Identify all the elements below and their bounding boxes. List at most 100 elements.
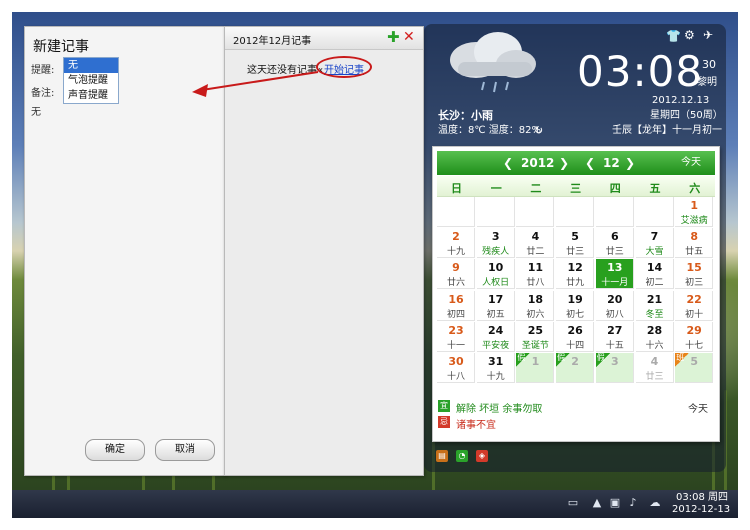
- remind-option-none[interactable]: 无: [64, 58, 118, 73]
- day-number: 26: [567, 323, 583, 337]
- remind-option-bubble[interactable]: 气泡提醒: [64, 73, 118, 88]
- day-number: 11: [527, 261, 544, 275]
- calendar-day[interactable]: 17 初五: [476, 290, 515, 321]
- calendar-day[interactable]: 班5: [675, 353, 714, 383]
- lunar-label: 十七: [685, 340, 704, 351]
- tray-time[interactable]: 03:08 周四: [676, 492, 728, 504]
- weather-city: 长沙：小雨: [438, 109, 493, 122]
- calendar-day[interactable]: 20 初八: [595, 290, 634, 321]
- shirt-icon[interactable]: 👕: [666, 29, 681, 43]
- day-number: 19: [567, 292, 583, 306]
- tray-date[interactable]: 2012-12-13: [672, 504, 730, 516]
- add-icon[interactable]: ✚: [387, 29, 400, 45]
- network-icon[interactable]: ▣: [608, 496, 622, 510]
- refresh-icon[interactable]: ↻: [534, 124, 543, 138]
- calendar-day[interactable]: 2 十九: [437, 228, 475, 259]
- calendar-day[interactable]: 假2: [556, 353, 595, 383]
- lunar-label: 初八: [605, 309, 624, 320]
- day-number: 4: [650, 355, 659, 368]
- calendar-day[interactable]: 6 廿三: [595, 228, 634, 259]
- notebook-icon[interactable]: ▤: [436, 450, 448, 462]
- calendar-day[interactable]: 26 十四: [556, 321, 595, 352]
- day-number: 29: [686, 323, 702, 337]
- calendar-day[interactable]: 10 人权日: [476, 259, 515, 290]
- prev-month-button[interactable]: ❮: [585, 156, 595, 170]
- calendar-day[interactable]: 16 初四: [437, 290, 475, 321]
- lunar-label: 廿九: [566, 278, 585, 289]
- calendar-day[interactable]: 13 十一月: [595, 259, 634, 290]
- calendar-day: [556, 197, 595, 227]
- calendar-day[interactable]: 31 十九: [476, 353, 515, 383]
- calendar-day[interactable]: 5 廿三: [556, 228, 595, 259]
- day-number: 22: [686, 292, 702, 306]
- month-notes-title: 2012年12月记事: [233, 36, 312, 47]
- gear-icon[interactable]: ⚙: [684, 28, 695, 42]
- no-notes-text: 这天还没有记事«: [247, 65, 324, 76]
- remind-label: 提醒:: [31, 65, 55, 76]
- calendar-day[interactable]: 12 廿九: [556, 259, 595, 290]
- weather-tray-icon[interactable]: ☁: [648, 496, 662, 510]
- calendar-day[interactable]: 4 廿三: [635, 353, 674, 383]
- calendar-day[interactable]: 假3: [595, 353, 634, 383]
- calendar-day[interactable]: 8 廿五: [675, 228, 714, 259]
- today-label: 今天: [688, 404, 708, 415]
- calendar-day[interactable]: 15 初三: [675, 259, 714, 290]
- today-button[interactable]: 今天: [681, 156, 701, 170]
- calendar-day[interactable]: 1 艾滋病: [675, 197, 714, 227]
- calendar-day[interactable]: 23 十一: [437, 321, 475, 352]
- prev-year-button[interactable]: ❮: [503, 156, 513, 170]
- calendar: ❮ 2012 ❯ ❮ 12 ❯ 今天 日一二三四五六 1 艾滋病 2 十九 3 残疾人 4 廿…: [432, 146, 720, 442]
- ok-button[interactable]: 确定: [85, 439, 145, 461]
- holiday-icon[interactable]: ◈: [476, 450, 488, 462]
- calendar-day[interactable]: 18 初六: [516, 290, 555, 321]
- next-month-button[interactable]: ❯: [625, 156, 635, 170]
- remind-option-sound[interactable]: 声音提醒: [64, 88, 118, 103]
- cloud-rain-icon: [450, 32, 536, 93]
- day-number: 5: [690, 355, 699, 368]
- calendar-day[interactable]: 28 十六: [635, 321, 674, 352]
- calendar-day: [476, 197, 515, 227]
- calendar-day[interactable]: 假1: [516, 353, 555, 383]
- lunar-label: 廿三: [605, 247, 624, 258]
- calendar-day[interactable]: 3 残疾人: [476, 228, 515, 259]
- weekday-label: 日: [451, 182, 462, 195]
- alarm-icon[interactable]: ◔: [456, 450, 468, 462]
- day-number: 3: [610, 355, 619, 368]
- calendar-day[interactable]: 11 廿八: [516, 259, 555, 290]
- day-number: 9: [452, 261, 460, 275]
- day-number: 8: [690, 230, 699, 244]
- show-hidden-icon[interactable]: ▲: [590, 496, 604, 510]
- calendar-day[interactable]: 30 十八: [437, 353, 475, 383]
- lunar-label: 廿六: [446, 278, 465, 289]
- lunar-label: 初六: [526, 309, 545, 320]
- calendar-day[interactable]: 27 十五: [595, 321, 634, 352]
- remind-dropdown-list[interactable]: 无 气泡提醒 声音提醒: [63, 57, 119, 104]
- lunar-label: 圣诞节: [521, 340, 549, 351]
- avoid-text: 诸事不宜: [456, 420, 496, 431]
- calendar-day[interactable]: 7 大雪: [635, 228, 674, 259]
- keyboard-icon[interactable]: ▭: [566, 496, 580, 510]
- remark-value: 无: [31, 107, 41, 118]
- day-number: 12: [567, 261, 583, 275]
- calendar-day[interactable]: 29 十七: [675, 321, 714, 352]
- close-icon[interactable]: ✕: [403, 29, 415, 45]
- day-number: 5: [571, 230, 579, 244]
- calendar-day[interactable]: 22 初十: [675, 290, 714, 321]
- weather-detail: 温度：8℃ 湿度：82%: [438, 125, 541, 136]
- calendar-day[interactable]: 21 冬至: [635, 290, 674, 321]
- calendar-day[interactable]: 14 初二: [635, 259, 674, 290]
- calendar-day[interactable]: 24 平安夜: [476, 321, 515, 352]
- day-number: 2: [452, 230, 460, 244]
- calendar-day[interactable]: 19 初七: [556, 290, 595, 321]
- calendar-day[interactable]: 4 廿二: [516, 228, 555, 259]
- lunar-label: 初三: [685, 278, 704, 289]
- day-period: 黎明: [697, 77, 717, 88]
- weekday-label: 三: [570, 182, 582, 195]
- calendar-day[interactable]: 9 廿六: [437, 259, 475, 290]
- volume-icon[interactable]: ♪: [626, 496, 640, 510]
- cancel-button[interactable]: 取消: [155, 439, 215, 461]
- weekday-label: 二: [530, 182, 542, 195]
- next-year-button[interactable]: ❯: [559, 156, 569, 170]
- pin-icon[interactable]: ✈: [703, 28, 713, 42]
- calendar-day[interactable]: 25 圣诞节: [516, 321, 555, 352]
